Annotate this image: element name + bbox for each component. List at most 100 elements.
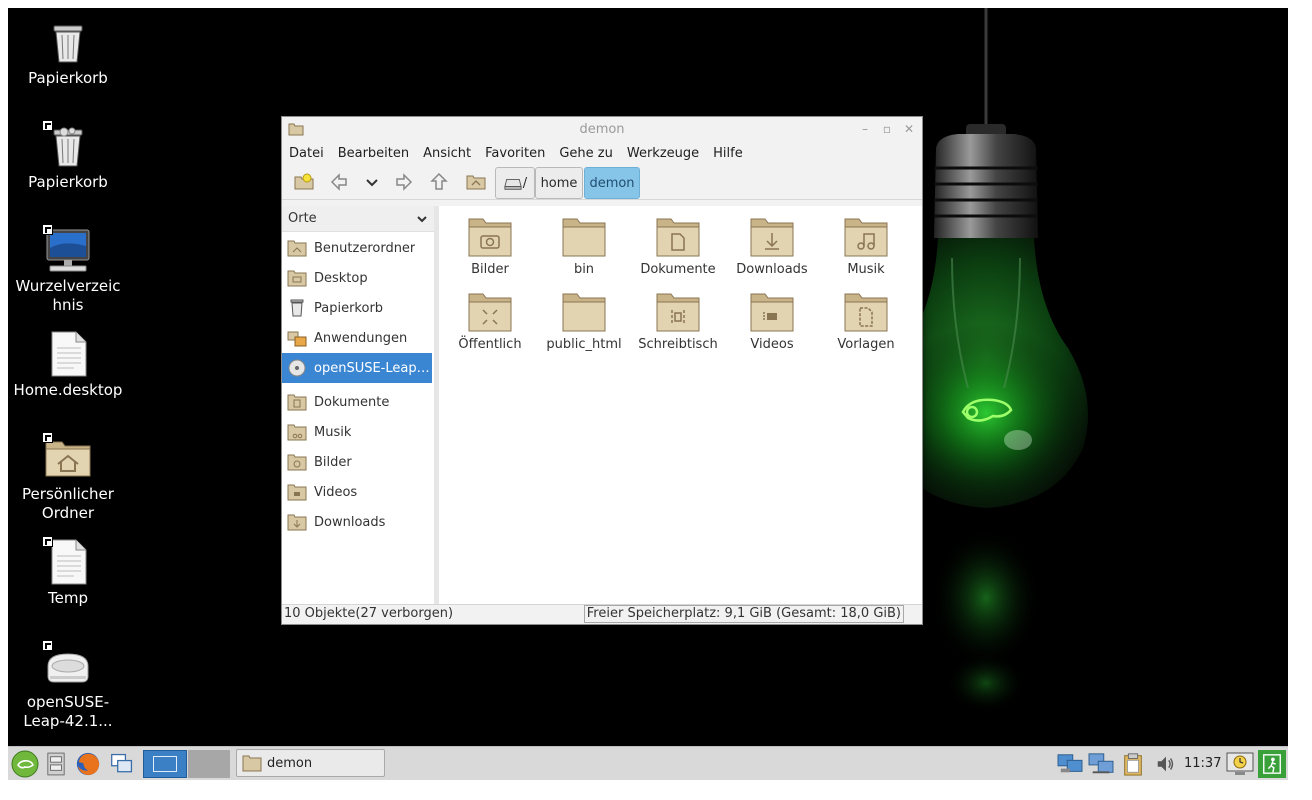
status-bar: 10 Objekte(27 verborgen) Freier Speicher… <box>282 604 922 624</box>
applications-icon <box>287 329 307 347</box>
file-item-public-html[interactable]: public_html <box>537 291 631 352</box>
sidebar-item-downloads[interactable]: Downloads <box>282 507 432 537</box>
sidebar-item-videos[interactable]: Videos <box>282 477 432 507</box>
firefox-icon <box>76 752 100 776</box>
file-item-oeffentlich[interactable]: Öffentlich <box>443 291 537 352</box>
menu-file[interactable]: Datei <box>282 146 331 161</box>
desktop-icon-trash-full[interactable]: Papierkorb <box>8 120 128 192</box>
close-button[interactable]: ✕ <box>902 122 916 136</box>
downloads-folder-icon <box>287 513 307 531</box>
file-item-bin[interactable]: bin <box>537 216 631 277</box>
history-dropdown[interactable] <box>360 170 384 194</box>
folder-icon <box>562 293 606 332</box>
sidebar-mode-select[interactable]: Orte <box>282 206 434 232</box>
shortcut-arrow-icon <box>42 224 53 235</box>
opensuse-logo-icon <box>11 750 39 778</box>
shortcut-arrow-icon <box>42 432 53 443</box>
sidebar-item-pictures[interactable]: Bilder <box>282 447 432 477</box>
desktop-icon-personal-folder[interactable]: Persönlicher Ordner <box>8 432 128 523</box>
forward-button[interactable] <box>392 170 416 194</box>
screensaver-tray-button[interactable] <box>1224 750 1256 778</box>
back-button[interactable] <box>327 170 351 194</box>
file-item-dokumente[interactable]: Dokumente <box>631 216 725 277</box>
logout-button[interactable] <box>1258 750 1286 778</box>
menu-tools[interactable]: Werkzeuge <box>620 146 706 161</box>
clock[interactable]: 11:37 <box>1184 756 1221 771</box>
desktop-icon-trash[interactable]: Papierkorb <box>8 18 128 88</box>
sidebar-item-applications[interactable]: Anwendungen <box>282 323 432 353</box>
menu-bar: Datei Bearbeiten Ansicht Favoriten Gehe … <box>282 142 922 164</box>
firefox-launcher[interactable] <box>74 750 102 778</box>
workspace-preview <box>153 756 177 772</box>
file-item-videos[interactable]: Videos <box>725 291 819 352</box>
file-cabinet-launcher[interactable] <box>44 750 68 778</box>
file-item-bilder[interactable]: Bilder <box>443 216 537 277</box>
menu-edit[interactable]: Bearbeiten <box>331 146 416 161</box>
file-view[interactable]: Bilder bin Dokumente Downloads Musik Öff… <box>439 206 922 604</box>
minimize-button[interactable]: – <box>858 122 872 136</box>
desktop-icon-temp[interactable]: Temp <box>8 536 128 608</box>
sidebar-item-desktop[interactable]: Desktop <box>282 263 432 293</box>
start-menu-button[interactable] <box>10 750 40 778</box>
window-title: demon <box>579 122 625 137</box>
menu-view[interactable]: Ansicht <box>416 146 478 161</box>
folder-icon <box>562 218 606 257</box>
maximize-button[interactable]: ▫ <box>880 122 894 136</box>
desktop-folder-icon <box>287 269 307 287</box>
status-item-count: 10 Objekte(27 verborgen) <box>284 606 454 621</box>
show-windows-button[interactable] <box>108 750 136 778</box>
home-folder-icon <box>287 239 307 257</box>
sidebar-item-home[interactable]: Benutzerordner <box>282 233 432 263</box>
title-bar[interactable]: demon – ▫ ✕ <box>282 117 922 142</box>
desktop-icon-home-desktop[interactable]: Home.desktop <box>8 330 128 400</box>
file-item-vorlagen[interactable]: Vorlagen <box>819 291 913 352</box>
up-arrow-icon <box>430 172 448 190</box>
workspace-2-button[interactable] <box>188 750 230 778</box>
sidebar-item-trash[interactable]: Papierkorb <box>282 293 432 323</box>
templates-folder-icon <box>844 293 888 332</box>
path-root-label: / <box>522 175 528 191</box>
file-item-schreibtisch[interactable]: Schreibtisch <box>631 291 725 352</box>
back-arrow-icon <box>330 173 347 191</box>
new-tab-button[interactable] <box>292 170 316 194</box>
sidebar-item-documents[interactable]: Dokumente <box>282 387 432 417</box>
pictures-folder-icon <box>468 218 512 257</box>
volume-tray-button[interactable] <box>1153 750 1179 778</box>
workspace-1-button[interactable] <box>143 750 187 778</box>
exit-icon <box>1263 754 1281 774</box>
videos-folder-icon <box>750 293 794 332</box>
desktop-icon-opensuse-drive[interactable]: openSUSE-Leap-42.1... <box>8 640 128 731</box>
forward-arrow-icon <box>396 173 413 191</box>
folder-icon <box>242 755 262 772</box>
new-folder-icon <box>294 173 314 190</box>
file-item-musik[interactable]: Musik <box>819 216 913 277</box>
computer-icon <box>42 224 92 274</box>
up-button[interactable] <box>427 170 451 194</box>
network-2-tray-button[interactable] <box>1086 750 1116 778</box>
taskbar-window-demon[interactable]: demon <box>236 749 385 777</box>
menu-go[interactable]: Gehe zu <box>552 146 620 161</box>
desktop-icon-root[interactable]: Wurzelverzeichnis <box>8 224 128 315</box>
file-item-downloads[interactable]: Downloads <box>725 216 819 277</box>
optical-disc-icon <box>287 359 307 377</box>
network-tray-button[interactable] <box>1056 750 1084 778</box>
documents-folder-icon <box>656 218 700 257</box>
desktop-screen: Papierkorb Papierkorb Wurzelverzeichnis … <box>8 8 1288 780</box>
document-icon <box>42 536 92 586</box>
desktop-folder-icon <box>656 293 700 332</box>
sidebar-item-music[interactable]: Musik <box>282 417 432 447</box>
path-crumb-home[interactable]: home <box>535 167 583 199</box>
sidebar-item-opensuse-disc[interactable]: openSUSE-Leap-42.1... <box>282 353 432 383</box>
music-folder-icon <box>287 423 307 441</box>
home-button[interactable] <box>464 170 488 194</box>
path-root-button[interactable]: / <box>495 167 535 199</box>
menu-favorites[interactable]: Favoriten <box>478 146 552 161</box>
trash-icon <box>44 18 92 66</box>
clipboard-tray-button[interactable] <box>1120 750 1146 778</box>
toolbar: / home demon <box>282 164 922 200</box>
menu-help[interactable]: Hilfe <box>706 146 750 161</box>
shortcut-arrow-icon <box>42 120 53 131</box>
music-folder-icon <box>844 218 888 257</box>
monitor-clock-icon <box>1226 752 1254 775</box>
path-crumb-demon[interactable]: demon <box>584 167 640 199</box>
